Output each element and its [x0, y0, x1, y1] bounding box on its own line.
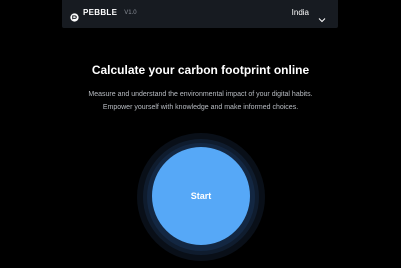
pebble-logo-icon [70, 9, 79, 22]
app-page: PEBBLE V1.0 India Calculate your carbon … [0, 0, 401, 268]
page-description: Measure and understand the environmental… [88, 91, 313, 111]
top-navigation-bar: PEBBLE V1.0 India [62, 0, 338, 28]
brand[interactable]: PEBBLE V1.0 [70, 8, 137, 22]
start-button[interactable]: Start [152, 147, 250, 245]
chevron-down-icon [318, 10, 326, 23]
version-label: V1.0 [124, 10, 137, 16]
brand-name: PEBBLE [83, 8, 118, 17]
country-selector[interactable]: India [291, 8, 326, 23]
country-label: India [291, 8, 309, 17]
page-title: Calculate your carbon footprint online [91, 63, 310, 77]
